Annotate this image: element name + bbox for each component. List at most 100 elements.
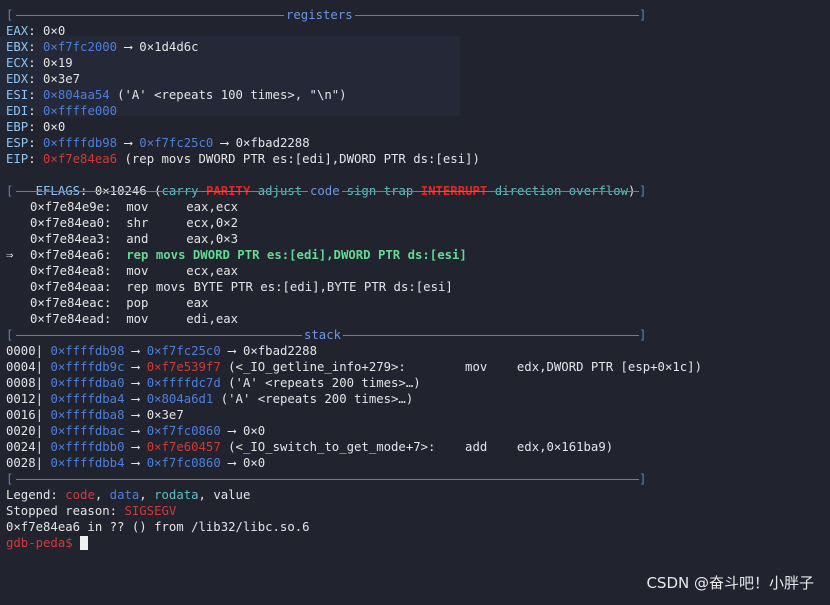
stack-deref: ⟶ 0×0 (220, 456, 266, 470)
legend-sep: , (198, 488, 214, 502)
instruction-address: 0×f7e84ead: (30, 312, 112, 326)
legend-data: data (109, 488, 140, 502)
instruction-mnemonic: rep movs (126, 248, 186, 262)
stack-address: 0×ffffdba4 (50, 392, 125, 406)
register-value: 0×3e7 (43, 72, 81, 86)
bottom-separator: [ ] (6, 471, 647, 487)
stopped-reason-line: Stopped reason: SIGSEGV (6, 503, 176, 519)
instruction-address: 0×f7e84ea6: (30, 248, 112, 262)
instruction-address: 0×f7e84ea3: (30, 232, 112, 246)
stack-entry: 0012| 0×ffffdba4 ⟶ 0×804a6d1 ('A' <repea… (6, 392, 414, 406)
register-value: 0×f7e84ea6 (43, 152, 118, 166)
stack-address: 0×ffffdb98 (50, 344, 125, 358)
stack-deref: ⟶ 0×fbad2288 (220, 344, 317, 358)
bracket-right: ] (639, 184, 647, 198)
stack-entry: 0000| 0×ffffdb98 ⟶ 0×f7fc25c0 ⟶ 0×fbad22… (6, 344, 317, 358)
stack-value: 0×804a6d1 (146, 392, 214, 406)
stack-address: 0×ffffdbb0 (50, 440, 125, 454)
legend-sep: , (139, 488, 155, 502)
register-name: ECX (6, 56, 29, 70)
instruction-operands: ecx,0×2 (186, 216, 239, 230)
instruction-operands: eax (186, 296, 209, 310)
register-name: ESI (6, 88, 29, 102)
bracket-right: ] (639, 8, 647, 22)
stack-offset: 0020 (6, 424, 36, 438)
bracket-left: [ (6, 328, 14, 342)
watermark: CSDN @奋斗吧！小胖子 (646, 574, 814, 592)
register-deref: 0×1d4d6c (139, 40, 199, 54)
instruction-operands: eax,0×3 (186, 232, 239, 246)
stopped-label: Stopped reason: (6, 504, 125, 518)
code-line: 0×f7e84eac: pop eax (6, 295, 208, 311)
code-line: 0×f7e84ea8: mov ecx,eax (6, 263, 238, 279)
instruction-operands: eax,ecx (186, 200, 239, 214)
stack-title: stack (302, 327, 344, 343)
stack-entry: 0004| 0×ffffdb9c ⟶ 0×f7e539f7 (<_IO_getl… (6, 360, 702, 374)
stack-value: 0×f7e60457 (146, 440, 221, 454)
instruction-address: 0×f7e84eac: (30, 296, 112, 310)
stack-offset: 0008 (6, 376, 36, 390)
stack-offset: 0012 (6, 392, 36, 406)
register-line-eip: EIP: 0×f7e84ea6 (rep movs DWORD PTR es:[… (6, 152, 480, 166)
register-deref: 0×fbad2288 (235, 136, 310, 150)
register-name: ESP (6, 136, 29, 150)
bracket-left: [ (6, 184, 14, 198)
instruction-mnemonic: mov (126, 264, 149, 278)
register-line-ebx: EBX: 0×f7fc2000 ⟶ 0×1d4d6c (6, 40, 199, 54)
registers-title: registers (284, 7, 355, 23)
register-name: EDI (6, 104, 29, 118)
register-line-edx: EDX: 0×3e7 (6, 72, 81, 86)
register-line-eax: EAX: 0×0 (6, 24, 66, 38)
instruction-operands: edi,eax (186, 312, 239, 326)
bracket-left: [ (6, 472, 14, 486)
prompt-line[interactable]: gdb-peda$ (6, 535, 89, 551)
code-title: code (308, 183, 342, 199)
instruction-mnemonic: shr (126, 216, 149, 230)
gdb-prompt: gdb-peda$ (6, 536, 81, 550)
register-name: EDX (6, 72, 29, 86)
instruction-mnemonic: pop (126, 296, 149, 310)
register-name: EIP (6, 152, 29, 166)
stack-offset: 0000 (6, 344, 36, 358)
instruction-address: 0×f7e84e9e: (30, 200, 112, 214)
legend-label: Legend: (6, 488, 66, 502)
stack-address: 0×ffffdb9c (50, 360, 125, 374)
register-name: EAX (6, 24, 29, 38)
code-line: 0×f7e84eaa: rep movs BYTE PTR es:[edi],B… (6, 279, 453, 295)
stack-offset: 0028 (6, 456, 36, 470)
bracket-right: ] (639, 472, 647, 486)
legend-value: value (213, 488, 251, 502)
register-value: 0×804aa54 (43, 88, 110, 102)
terminal-window[interactable]: [ registers ] EAX: 0×0 EBX: 0×f7fc2000 ⟶ … (0, 0, 830, 605)
stack-deref: ⟶ 0×0 (220, 424, 266, 438)
pointer-arrow: ⟶ (213, 136, 236, 150)
cursor-block[interactable] (80, 536, 89, 550)
instruction-address: 0×f7e84eaa: (30, 280, 112, 294)
legend-line: Legend: code, data, rodata, value (6, 487, 250, 503)
instruction-address: 0×f7e84ea8: (30, 264, 112, 278)
register-value: 0×0 (43, 24, 66, 38)
register-value: 0×ffffe000 (43, 104, 118, 118)
register-name: EBP (6, 120, 29, 134)
stack-value: 0×f7fc25c0 (146, 344, 221, 358)
legend-sep: , (94, 488, 110, 502)
instruction-address: 0×f7e84ea0: (30, 216, 112, 230)
stack-separator: [ stack ] (6, 327, 646, 343)
frame-line: 0×f7e84ea6 in ?? () from /lib32/libc.so.… (6, 520, 310, 534)
stack-entry: 0008| 0×ffffdba0 ⟶ 0×ffffdc7d ('A' <repe… (6, 376, 421, 390)
stack-entry: 0016| 0×ffffdba8 ⟶ 0×3e7 (6, 408, 184, 422)
code-line: 0×f7e84ea0: shr ecx,0×2 (6, 215, 238, 231)
register-line-ebp: EBP: 0×0 (6, 120, 66, 134)
current-marker: ⇒ (6, 248, 14, 262)
register-pointer: 0×f7fc25c0 (139, 136, 214, 150)
stack-entry: 0020| 0×ffffdbac ⟶ 0×f7fc0860 ⟶ 0×0 (6, 424, 266, 438)
eflags-line: EFLAGS: 0×10246 (carry PARITY adjust ZER… (35, 184, 636, 198)
stack-deref: (<_IO_getline_info+279>: mov edx,DWORD P… (220, 360, 702, 374)
register-value: 0×19 (43, 56, 73, 70)
legend-rodata: rodata (154, 488, 199, 502)
bracket-left: [ (6, 8, 14, 22)
register-line-esi: ESI: 0×804aa54 ('A' <repeats 100 times>,… (6, 88, 347, 102)
instruction-operands: BYTE PTR es:[edi],BYTE PTR ds:[esi] (193, 280, 453, 294)
register-line-ecx: ECX: 0×19 (6, 56, 73, 70)
current-instruction: ⇒ 0×f7e84ea6: rep movs DWORD PTR es:[edi]… (6, 247, 467, 263)
